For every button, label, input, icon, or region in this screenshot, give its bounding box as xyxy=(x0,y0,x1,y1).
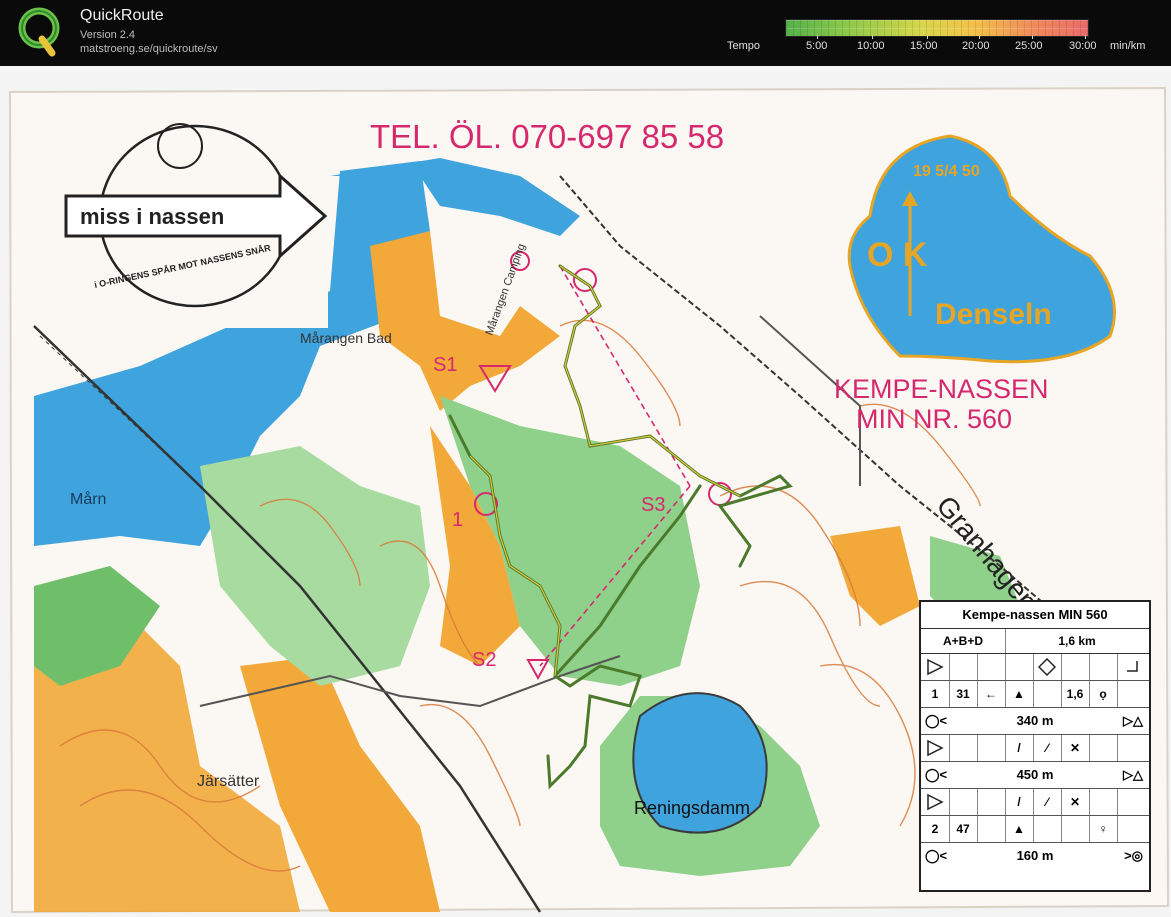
label-reningsdamm: Reningsdamm xyxy=(634,798,750,818)
control-description-sheet: Kempe-nassen MIN 560 A+B+D 1,6 km 1 31 ←… xyxy=(919,600,1151,892)
tempo-tick xyxy=(979,35,980,39)
tempo-tick xyxy=(1085,35,1086,39)
filled-triangle-icon: ▲ xyxy=(1005,681,1034,707)
control-number: 2 xyxy=(921,816,950,842)
tempo-tick-label: 25:00 xyxy=(1015,40,1043,52)
course-classes: A+B+D xyxy=(921,629,1006,653)
map-event-line1: KEMPE-NASSEN xyxy=(834,374,1049,404)
logo-text: miss i nassen xyxy=(80,204,224,229)
dashed-slash-icon: ⁄ xyxy=(1033,789,1062,815)
control-code: 47 xyxy=(949,816,978,842)
finish-icon: >◎ xyxy=(1124,848,1143,863)
slash-icon: / xyxy=(1005,735,1034,761)
club-ok: O K xyxy=(867,236,928,274)
control-code: 31 xyxy=(949,681,978,707)
start-triangle-icon xyxy=(921,789,950,815)
leg-row-finish: ◯< 160 m >◎ xyxy=(921,843,1149,869)
label-marangen-bad: Mårangen Bad xyxy=(300,330,392,346)
map-event-line2: MIN NR. 560 xyxy=(856,404,1012,434)
arrow-left-icon: ← xyxy=(977,681,1006,707)
cross-icon: ✕ xyxy=(1061,735,1090,761)
description-start-row xyxy=(921,654,1149,681)
label-marn: Mårn xyxy=(70,490,106,508)
quickroute-logo-icon xyxy=(18,7,60,57)
start-triangle-icon xyxy=(921,735,950,761)
miss-i-nassen-logo: miss i nassen i O-RINGENS SPÅR MOT NASSE… xyxy=(60,118,328,328)
description-title: Kempe-nassen MIN 560 xyxy=(921,602,1149,629)
tempo-label: Tempo xyxy=(727,40,761,52)
app-header: QuickRoute Version 2.4 matstroeng.se/qui… xyxy=(0,0,1171,66)
slash-icon: / xyxy=(1005,789,1034,815)
course-length: 1,6 km xyxy=(1058,634,1096,648)
dot-circle-icon: ọ xyxy=(1089,681,1118,707)
filled-triangle-icon: ▲ xyxy=(1005,816,1034,842)
map-phone-text: TEL. ÖL. 070-697 85 58 xyxy=(370,118,724,155)
description-course-row: A+B+D 1,6 km xyxy=(921,629,1149,654)
cross-icon: ✕ xyxy=(1061,789,1090,815)
description-control-row-1: 1 31 ← ▲ 1,6 ọ xyxy=(921,681,1149,708)
tempo-tick xyxy=(817,35,818,39)
tempo-tick-label: 15:00 xyxy=(910,40,938,52)
tempo-unit: min/km xyxy=(1110,40,1146,52)
club-year: 19 5/4 50 xyxy=(913,163,980,180)
leg-row-1: ◯< 340 m ▷△ xyxy=(921,708,1149,735)
label-control-1: 1 xyxy=(452,509,463,531)
tempo-tick xyxy=(927,35,928,39)
app-version: Version 2.4 xyxy=(80,29,136,41)
tempo-tick-label: 5:00 xyxy=(806,40,828,52)
description-row-5: / ⁄ ✕ xyxy=(921,789,1149,816)
label-s1: S1 xyxy=(433,354,457,376)
app-url[interactable]: matstroeng.se/quickroute/sv xyxy=(80,43,218,55)
description-control-row-2: 2 47 ▲ ♀ xyxy=(921,816,1149,843)
control-number: 1 xyxy=(921,681,950,707)
leg-distance: 340 m xyxy=(1016,713,1054,728)
female-symbol-icon: ♀ xyxy=(1089,816,1118,842)
leg-end-icon: ▷△ xyxy=(1123,767,1143,782)
leg-end-icon: ▷△ xyxy=(1123,713,1143,728)
leg-distance: 450 m xyxy=(1016,767,1054,782)
tempo-tick-label: 20:00 xyxy=(962,40,990,52)
leg-distance: 160 m xyxy=(1016,848,1054,863)
tempo-tick-label: 10:00 xyxy=(857,40,885,52)
dashed-slash-icon: ⁄ xyxy=(1033,735,1062,761)
dimension-value: 1,6 xyxy=(1061,681,1090,707)
tempo-tick xyxy=(872,35,873,39)
label-s3: S3 xyxy=(641,494,665,516)
club-name: Denseln xyxy=(935,298,1052,331)
tempo-tick-label: 30:00 xyxy=(1069,40,1097,52)
label-jarsatter: Järsätter xyxy=(197,773,260,790)
tempo-color-scale xyxy=(785,19,1089,37)
description-row-3: / ⁄ ✕ xyxy=(921,735,1149,762)
start-triangle-icon xyxy=(921,654,950,680)
label-s2: S2 xyxy=(472,649,496,671)
leg-row-2: ◯< 450 m ▷△ xyxy=(921,762,1149,789)
diamond-icon xyxy=(1033,654,1062,680)
corner-icon xyxy=(1117,654,1149,680)
app-title: QuickRoute xyxy=(80,7,164,24)
tempo-tick xyxy=(1032,35,1033,39)
